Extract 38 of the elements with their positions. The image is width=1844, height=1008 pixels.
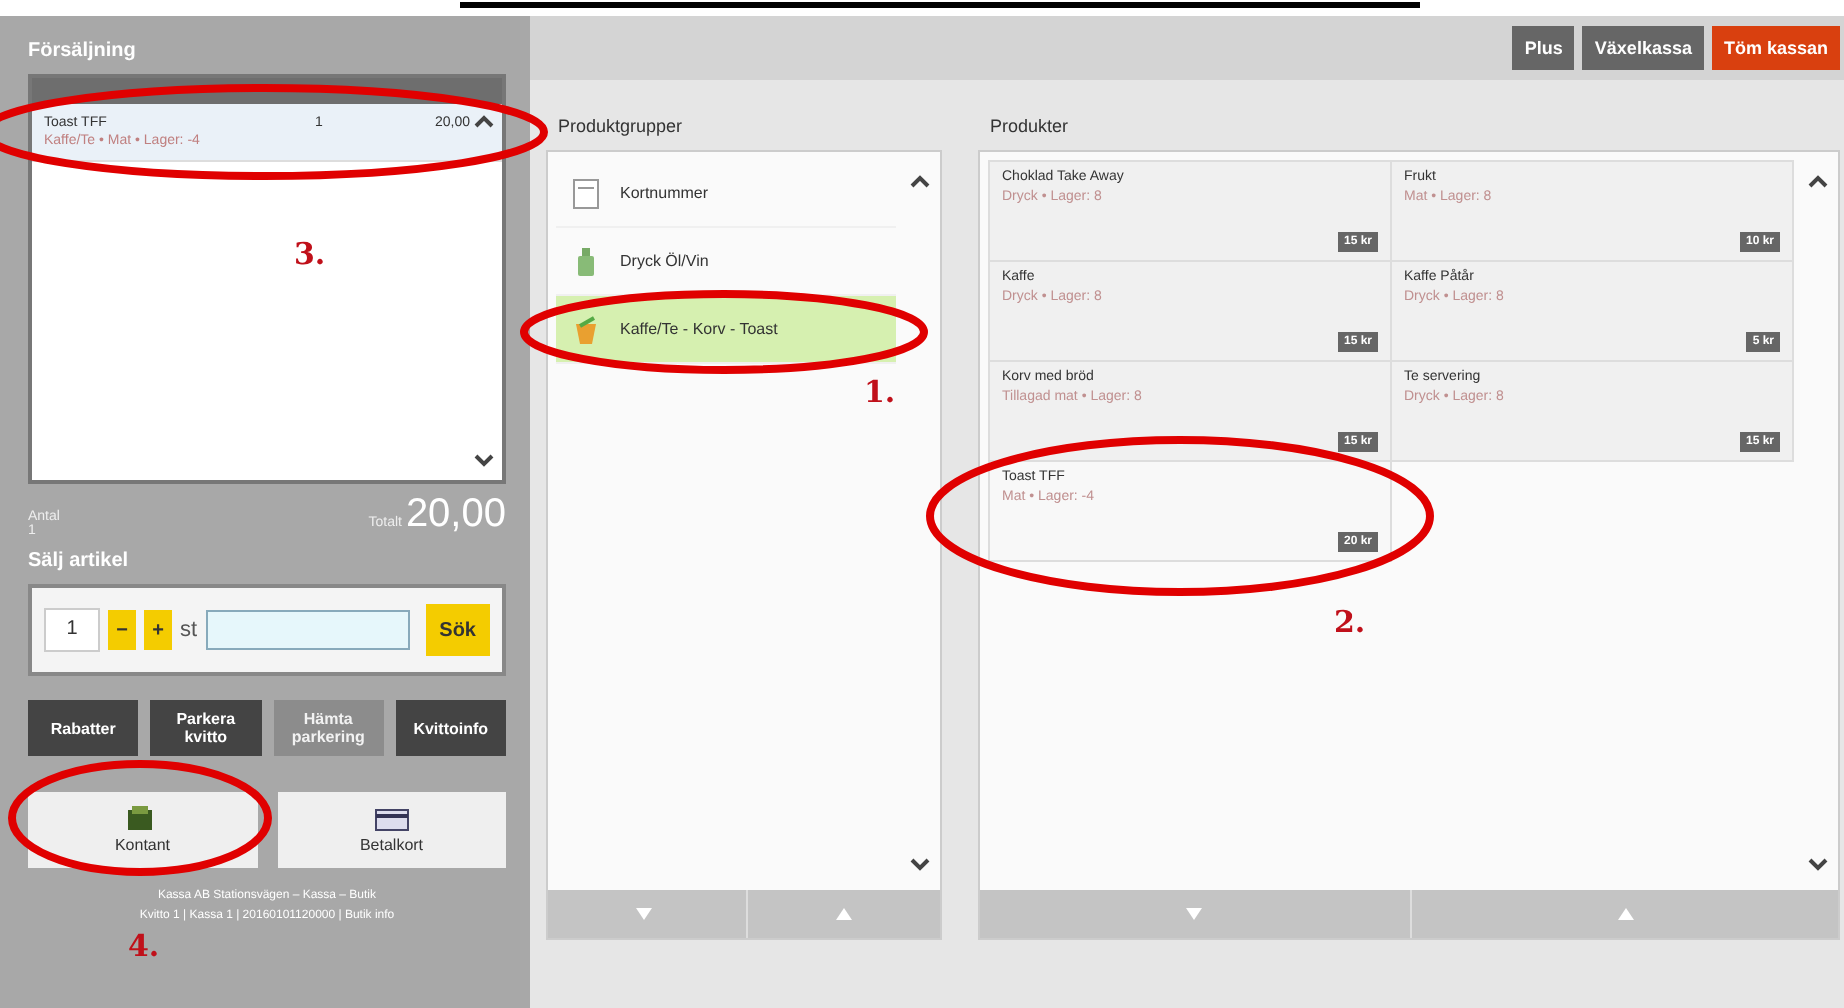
scroll-up-icon[interactable] xyxy=(908,172,932,192)
action-button[interactable]: Parkera kvitto xyxy=(150,700,261,756)
annotation-number: 3. xyxy=(294,236,326,272)
toolbar-button[interactable]: Plus xyxy=(1512,26,1575,70)
annotation-number: 2. xyxy=(1334,604,1366,640)
scroll-down-icon[interactable] xyxy=(472,450,496,470)
scroll-down-icon[interactable] xyxy=(908,854,932,874)
annotation-number: 1. xyxy=(864,374,896,410)
total-amount: 20,00 xyxy=(405,492,506,536)
payment-button[interactable]: Betalkort xyxy=(277,792,506,868)
search-button[interactable]: Sök xyxy=(425,604,490,656)
triangle-down-icon xyxy=(632,904,657,924)
toolbar-button[interactable]: Töm kassan xyxy=(1711,26,1840,70)
action-button[interactable]: Rabatter xyxy=(28,700,139,756)
card-icon xyxy=(373,806,410,832)
minus-button[interactable]: − xyxy=(108,610,136,650)
triangle-up-icon xyxy=(831,904,856,924)
panel-title: Produkter xyxy=(990,116,1071,136)
toolbar-button[interactable]: Växelkassa xyxy=(1582,26,1704,70)
triangle-down-icon xyxy=(1181,904,1205,924)
unit-label: st xyxy=(180,618,198,642)
panel-title: Försäljning xyxy=(28,40,138,62)
search-field[interactable] xyxy=(205,610,410,650)
scroll-down-icon[interactable] xyxy=(1806,854,1830,874)
plus-button[interactable]: + xyxy=(144,610,172,650)
cup-icon xyxy=(572,313,600,345)
bottle-icon xyxy=(572,245,600,277)
action-button[interactable]: Kvittoinfo xyxy=(395,700,506,756)
triangle-up-icon xyxy=(1613,904,1637,924)
scroll-up-icon[interactable] xyxy=(472,112,496,132)
scroll-up-icon[interactable] xyxy=(1806,172,1830,192)
quantity-field[interactable]: 1 xyxy=(44,608,100,652)
payment-button[interactable]: Kontant xyxy=(28,792,257,868)
panel-title: Produktgrupper xyxy=(558,116,685,136)
section-title: Sälj artikel xyxy=(28,550,131,572)
document-icon xyxy=(572,177,600,209)
group-item[interactable]: Kortnummer xyxy=(556,160,896,228)
annotation-number: 4. xyxy=(128,928,160,964)
